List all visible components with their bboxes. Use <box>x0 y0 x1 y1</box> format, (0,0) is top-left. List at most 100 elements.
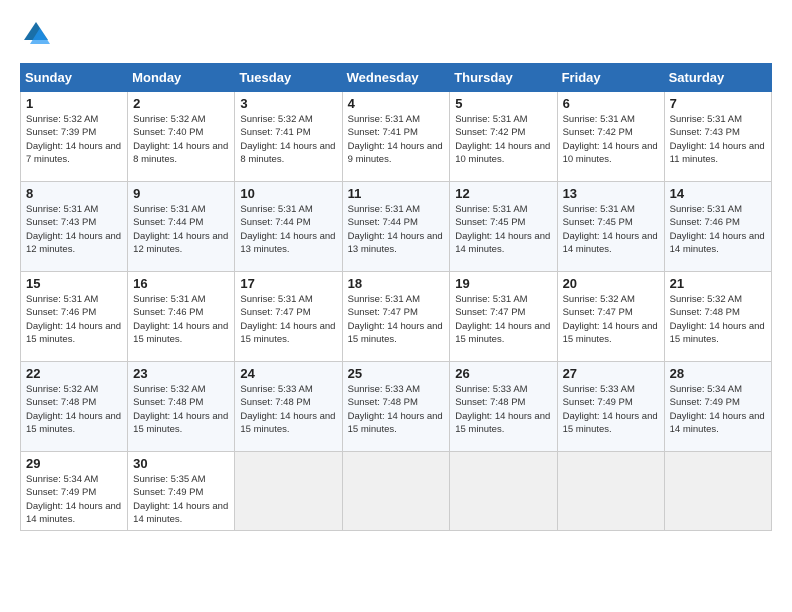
day-number: 20 <box>563 276 659 291</box>
day-number: 30 <box>133 456 229 471</box>
day-number: 22 <box>26 366 122 381</box>
calendar-cell: 2 Sunrise: 5:32 AM Sunset: 7:40 PM Dayli… <box>128 92 235 182</box>
day-info: Sunrise: 5:33 AM Sunset: 7:48 PM Dayligh… <box>455 383 551 436</box>
calendar-cell: 29 Sunrise: 5:34 AM Sunset: 7:49 PM Dayl… <box>21 452 128 531</box>
calendar-cell: 19 Sunrise: 5:31 AM Sunset: 7:47 PM Dayl… <box>450 272 557 362</box>
day-info: Sunrise: 5:34 AM Sunset: 7:49 PM Dayligh… <box>26 473 122 526</box>
day-number: 10 <box>240 186 336 201</box>
calendar-cell: 24 Sunrise: 5:33 AM Sunset: 7:48 PM Dayl… <box>235 362 342 452</box>
calendar-cell: 22 Sunrise: 5:32 AM Sunset: 7:48 PM Dayl… <box>21 362 128 452</box>
calendar-cell: 15 Sunrise: 5:31 AM Sunset: 7:46 PM Dayl… <box>21 272 128 362</box>
day-number: 15 <box>26 276 122 291</box>
calendar-cell <box>235 452 342 531</box>
day-info: Sunrise: 5:32 AM Sunset: 7:48 PM Dayligh… <box>26 383 122 436</box>
day-number: 4 <box>348 96 445 111</box>
day-info: Sunrise: 5:31 AM Sunset: 7:42 PM Dayligh… <box>563 113 659 166</box>
header-monday: Monday <box>128 64 235 92</box>
day-number: 3 <box>240 96 336 111</box>
calendar-week-5: 29 Sunrise: 5:34 AM Sunset: 7:49 PM Dayl… <box>21 452 772 531</box>
day-info: Sunrise: 5:31 AM Sunset: 7:45 PM Dayligh… <box>563 203 659 256</box>
day-number: 14 <box>670 186 766 201</box>
calendar-week-2: 8 Sunrise: 5:31 AM Sunset: 7:43 PM Dayli… <box>21 182 772 272</box>
calendar-cell: 10 Sunrise: 5:31 AM Sunset: 7:44 PM Dayl… <box>235 182 342 272</box>
header-tuesday: Tuesday <box>235 64 342 92</box>
day-info: Sunrise: 5:33 AM Sunset: 7:48 PM Dayligh… <box>348 383 445 436</box>
calendar-cell: 1 Sunrise: 5:32 AM Sunset: 7:39 PM Dayli… <box>21 92 128 182</box>
day-info: Sunrise: 5:31 AM Sunset: 7:43 PM Dayligh… <box>26 203 122 256</box>
day-number: 19 <box>455 276 551 291</box>
day-info: Sunrise: 5:33 AM Sunset: 7:48 PM Dayligh… <box>240 383 336 436</box>
day-number: 7 <box>670 96 766 111</box>
day-info: Sunrise: 5:31 AM Sunset: 7:46 PM Dayligh… <box>26 293 122 346</box>
calendar-cell: 20 Sunrise: 5:32 AM Sunset: 7:47 PM Dayl… <box>557 272 664 362</box>
day-info: Sunrise: 5:32 AM Sunset: 7:39 PM Dayligh… <box>26 113 122 166</box>
calendar-cell: 7 Sunrise: 5:31 AM Sunset: 7:43 PM Dayli… <box>664 92 771 182</box>
day-number: 18 <box>348 276 445 291</box>
calendar-cell: 9 Sunrise: 5:31 AM Sunset: 7:44 PM Dayli… <box>128 182 235 272</box>
day-number: 1 <box>26 96 122 111</box>
calendar-cell: 8 Sunrise: 5:31 AM Sunset: 7:43 PM Dayli… <box>21 182 128 272</box>
logo-icon <box>22 20 50 48</box>
day-number: 29 <box>26 456 122 471</box>
calendar-cell: 18 Sunrise: 5:31 AM Sunset: 7:47 PM Dayl… <box>342 272 450 362</box>
calendar-cell: 21 Sunrise: 5:32 AM Sunset: 7:48 PM Dayl… <box>664 272 771 362</box>
day-number: 9 <box>133 186 229 201</box>
calendar-header-row: SundayMondayTuesdayWednesdayThursdayFrid… <box>21 64 772 92</box>
logo <box>20 20 50 53</box>
day-info: Sunrise: 5:31 AM Sunset: 7:46 PM Dayligh… <box>133 293 229 346</box>
day-info: Sunrise: 5:31 AM Sunset: 7:46 PM Dayligh… <box>670 203 766 256</box>
day-info: Sunrise: 5:31 AM Sunset: 7:47 PM Dayligh… <box>348 293 445 346</box>
calendar-cell: 23 Sunrise: 5:32 AM Sunset: 7:48 PM Dayl… <box>128 362 235 452</box>
header-saturday: Saturday <box>664 64 771 92</box>
header <box>20 20 772 53</box>
calendar-cell <box>450 452 557 531</box>
day-number: 24 <box>240 366 336 381</box>
calendar-cell: 26 Sunrise: 5:33 AM Sunset: 7:48 PM Dayl… <box>450 362 557 452</box>
calendar-cell: 16 Sunrise: 5:31 AM Sunset: 7:46 PM Dayl… <box>128 272 235 362</box>
day-number: 21 <box>670 276 766 291</box>
calendar-cell: 12 Sunrise: 5:31 AM Sunset: 7:45 PM Dayl… <box>450 182 557 272</box>
calendar-week-1: 1 Sunrise: 5:32 AM Sunset: 7:39 PM Dayli… <box>21 92 772 182</box>
calendar-cell <box>664 452 771 531</box>
day-number: 8 <box>26 186 122 201</box>
day-number: 23 <box>133 366 229 381</box>
day-info: Sunrise: 5:31 AM Sunset: 7:47 PM Dayligh… <box>240 293 336 346</box>
day-number: 13 <box>563 186 659 201</box>
calendar-cell: 25 Sunrise: 5:33 AM Sunset: 7:48 PM Dayl… <box>342 362 450 452</box>
day-info: Sunrise: 5:31 AM Sunset: 7:45 PM Dayligh… <box>455 203 551 256</box>
calendar-cell <box>342 452 450 531</box>
day-info: Sunrise: 5:31 AM Sunset: 7:42 PM Dayligh… <box>455 113 551 166</box>
day-info: Sunrise: 5:34 AM Sunset: 7:49 PM Dayligh… <box>670 383 766 436</box>
day-info: Sunrise: 5:35 AM Sunset: 7:49 PM Dayligh… <box>133 473 229 526</box>
calendar-cell: 27 Sunrise: 5:33 AM Sunset: 7:49 PM Dayl… <box>557 362 664 452</box>
calendar-cell: 11 Sunrise: 5:31 AM Sunset: 7:44 PM Dayl… <box>342 182 450 272</box>
calendar-cell: 5 Sunrise: 5:31 AM Sunset: 7:42 PM Dayli… <box>450 92 557 182</box>
calendar: SundayMondayTuesdayWednesdayThursdayFrid… <box>20 63 772 531</box>
day-info: Sunrise: 5:31 AM Sunset: 7:47 PM Dayligh… <box>455 293 551 346</box>
day-number: 12 <box>455 186 551 201</box>
calendar-cell: 4 Sunrise: 5:31 AM Sunset: 7:41 PM Dayli… <box>342 92 450 182</box>
day-number: 11 <box>348 186 445 201</box>
day-number: 2 <box>133 96 229 111</box>
calendar-cell: 6 Sunrise: 5:31 AM Sunset: 7:42 PM Dayli… <box>557 92 664 182</box>
calendar-cell: 14 Sunrise: 5:31 AM Sunset: 7:46 PM Dayl… <box>664 182 771 272</box>
day-info: Sunrise: 5:32 AM Sunset: 7:47 PM Dayligh… <box>563 293 659 346</box>
day-number: 16 <box>133 276 229 291</box>
day-info: Sunrise: 5:31 AM Sunset: 7:44 PM Dayligh… <box>348 203 445 256</box>
day-number: 27 <box>563 366 659 381</box>
header-wednesday: Wednesday <box>342 64 450 92</box>
header-sunday: Sunday <box>21 64 128 92</box>
calendar-cell: 30 Sunrise: 5:35 AM Sunset: 7:49 PM Dayl… <box>128 452 235 531</box>
day-info: Sunrise: 5:31 AM Sunset: 7:44 PM Dayligh… <box>240 203 336 256</box>
day-info: Sunrise: 5:32 AM Sunset: 7:41 PM Dayligh… <box>240 113 336 166</box>
calendar-cell: 17 Sunrise: 5:31 AM Sunset: 7:47 PM Dayl… <box>235 272 342 362</box>
day-number: 28 <box>670 366 766 381</box>
day-number: 25 <box>348 366 445 381</box>
calendar-week-3: 15 Sunrise: 5:31 AM Sunset: 7:46 PM Dayl… <box>21 272 772 362</box>
calendar-cell: 28 Sunrise: 5:34 AM Sunset: 7:49 PM Dayl… <box>664 362 771 452</box>
day-info: Sunrise: 5:31 AM Sunset: 7:41 PM Dayligh… <box>348 113 445 166</box>
day-number: 17 <box>240 276 336 291</box>
day-info: Sunrise: 5:31 AM Sunset: 7:44 PM Dayligh… <box>133 203 229 256</box>
day-info: Sunrise: 5:32 AM Sunset: 7:40 PM Dayligh… <box>133 113 229 166</box>
day-number: 26 <box>455 366 551 381</box>
